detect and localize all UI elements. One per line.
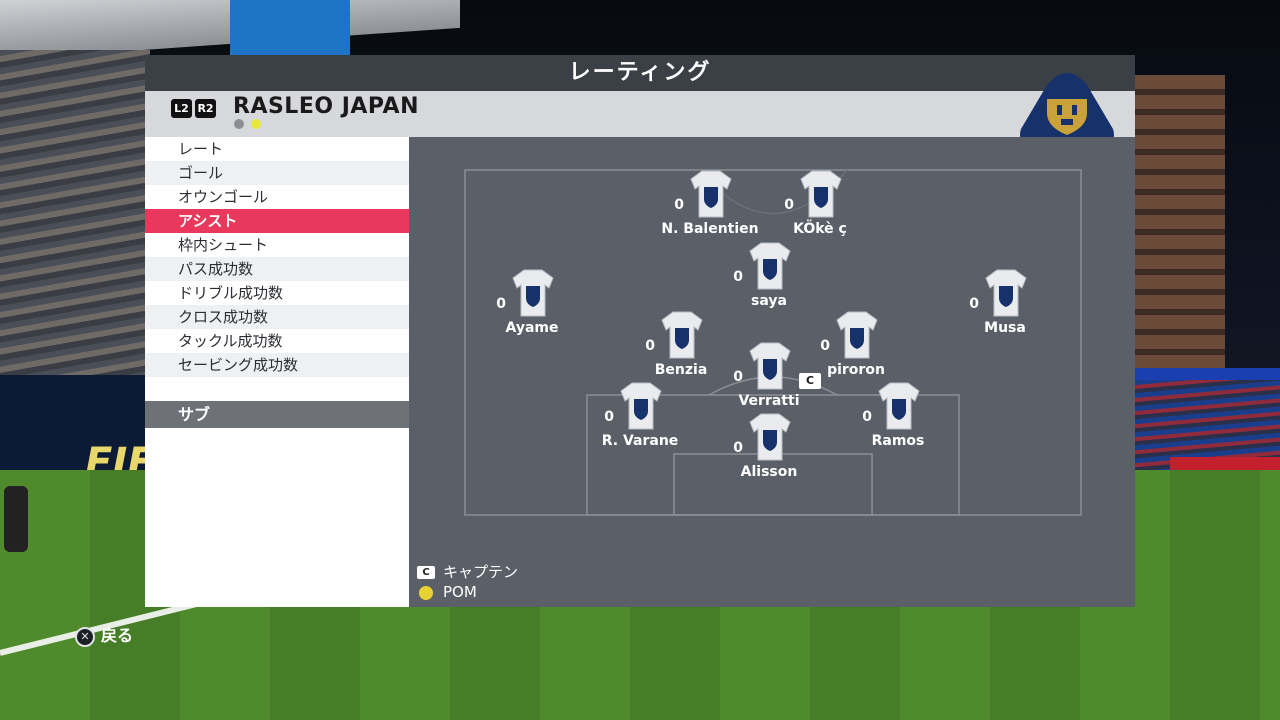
legend-pom-label: POM [443, 583, 477, 601]
stand-left [0, 50, 150, 380]
player-stat-value: 0 [645, 338, 655, 354]
captain-badge-icon: C [417, 566, 435, 579]
stat-item-saves[interactable]: セービング成功数 [145, 353, 409, 377]
player-stat-value: 0 [733, 269, 743, 285]
ad-board-right-lower [1170, 457, 1280, 471]
player-name: saya [751, 293, 787, 309]
stat-item-passes-completed[interactable]: パス成功数 [145, 257, 409, 281]
stat-category-list: レート ゴール オウンゴール アシスト 枠内シュート パス成功数 ドリブル成功数… [145, 137, 409, 607]
jersey-icon [661, 311, 703, 359]
back-button[interactable]: ✕ 戻る [75, 622, 133, 647]
player-stat-value: 0 [733, 440, 743, 456]
r2-button-icon[interactable]: R2 [195, 99, 216, 118]
building [1135, 75, 1225, 375]
stat-item-crosses-completed[interactable]: クロス成功数 [145, 305, 409, 329]
page-indicator-active [251, 119, 261, 129]
player-slot[interactable]: 0 Ayame [472, 268, 592, 348]
player-name: Musa [984, 320, 1026, 336]
jersey-icon [620, 382, 662, 430]
jersey-icon [749, 413, 791, 461]
team-header: L2 R2 RASLEO JAPAN [145, 91, 1135, 137]
l2-button-icon[interactable]: L2 [171, 99, 192, 118]
stat-item-dribbles-completed[interactable]: ドリブル成功数 [145, 281, 409, 305]
jersey-icon [512, 269, 554, 317]
player-name: Ramos [871, 433, 925, 449]
jersey-icon [836, 311, 878, 359]
jersey-icon [749, 242, 791, 290]
captain-badge-icon: C [799, 373, 821, 389]
player-slot[interactable]: 0 saya [709, 241, 829, 321]
player-stat-value: 0 [733, 369, 743, 385]
player-slot[interactable]: 0 N. Balentien [650, 169, 770, 249]
legend-pom: POM [417, 583, 477, 601]
player-stat-value: 0 [862, 409, 872, 425]
stat-item-goals[interactable]: ゴール [145, 161, 409, 185]
subs-header[interactable]: サブ [145, 401, 409, 428]
player-stat-value: 0 [604, 409, 614, 425]
jersey-icon [690, 170, 732, 218]
stat-item-own-goals[interactable]: オウンゴール [145, 185, 409, 209]
legend-captain-label: キャプテン [443, 563, 519, 581]
player-name: R. Varane [601, 433, 679, 449]
camera [4, 486, 28, 552]
screen-title: レーティング [145, 55, 1135, 91]
player-slot[interactable]: 0 Musa [945, 268, 1065, 348]
ratings-panel: レーティング L2 R2 RASLEO JAPAN レート ゴール オウンゴール… [145, 55, 1135, 607]
player-slot[interactable]: 0 Alisson [709, 412, 829, 492]
player-stat-value: 0 [784, 197, 794, 213]
jersey-icon [878, 382, 920, 430]
jersey-icon [800, 170, 842, 218]
stat-item-rate[interactable]: レート [145, 137, 409, 161]
cross-button-icon: ✕ [75, 626, 95, 647]
player-slot[interactable]: 0 Ramos [838, 381, 958, 461]
player-slot[interactable]: 0 KÖkè ç [760, 169, 880, 249]
player-name: KÖkè ç [793, 221, 847, 237]
stat-item-tackles-won[interactable]: タックル成功数 [145, 329, 409, 353]
page-indicator-inactive [234, 119, 244, 129]
player-name: Alisson [740, 464, 798, 480]
stat-item-assists[interactable]: アシスト [145, 209, 409, 233]
legend-captain: C キャプテン [417, 561, 518, 582]
back-label: 戻る [101, 626, 134, 645]
player-stat-value: 0 [674, 197, 684, 213]
player-name: Verratti [738, 393, 800, 409]
pom-icon [419, 585, 433, 600]
player-slot[interactable]: 0 R. Varane [580, 381, 700, 461]
stat-item-shots-on-target[interactable]: 枠内シュート [145, 233, 409, 257]
player-name: Ayame [505, 320, 559, 336]
player-slot-captain[interactable]: 0 C Verratti [709, 341, 829, 421]
player-stat-value: 0 [969, 296, 979, 312]
team-name: RASLEO JAPAN [233, 94, 419, 119]
jersey-icon [985, 269, 1027, 317]
jersey-icon [749, 342, 791, 390]
player-stat-value: 0 [496, 296, 506, 312]
formation-pitch: 0 N. Balentien 0 KÖkè ç 0 saya 0 Ayame 0… [409, 137, 1135, 607]
stadium-roof-panel [230, 0, 350, 55]
